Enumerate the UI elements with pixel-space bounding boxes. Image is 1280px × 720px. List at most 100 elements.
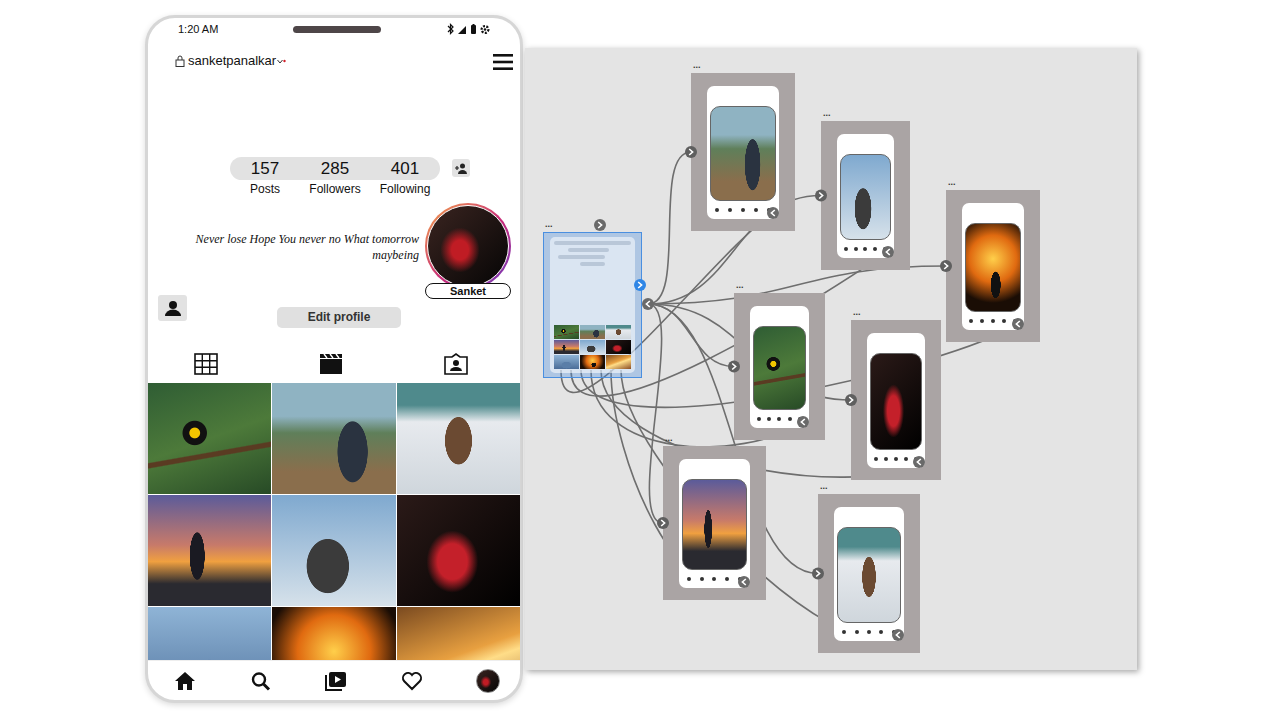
notch [293, 26, 381, 33]
mini-nav-dot [874, 457, 878, 461]
stat-count[interactable]: 157 [230, 157, 300, 180]
person-icon [164, 300, 182, 316]
mini-nav-dot [855, 630, 859, 634]
search-icon[interactable] [250, 671, 272, 691]
post-photo[interactable] [397, 495, 520, 606]
dropdown-chevron-icon[interactable] [276, 56, 286, 66]
artboard-frame[interactable] [691, 73, 795, 231]
mini-photo [554, 340, 579, 354]
artboard-frame[interactable] [663, 446, 766, 600]
reels-icon[interactable] [319, 353, 343, 375]
mini-nav-dot [725, 577, 729, 581]
artboard-frame[interactable] [821, 121, 910, 270]
display-name: Sanket [425, 283, 511, 299]
mini-screen [962, 203, 1024, 330]
mini-screen [750, 306, 809, 428]
stat-count[interactable]: 401 [370, 157, 440, 180]
mini-nav-dot [894, 457, 898, 461]
post-photo[interactable] [148, 383, 271, 494]
mini-nav [679, 570, 750, 588]
stats-pill: 157285401 [230, 157, 440, 180]
mini-bar [554, 241, 631, 245]
mini-photo [580, 340, 605, 354]
mini-profile-screen [550, 237, 635, 373]
mini-photo [580, 325, 605, 339]
reels-nav-icon[interactable] [325, 671, 347, 691]
frame-photo [870, 353, 922, 450]
mini-nav [837, 240, 894, 258]
mini-nav-dot [1013, 319, 1017, 323]
phone-mockup: 1:20 AM sanketpanalkar [145, 15, 523, 703]
mini-nav-dot [867, 630, 871, 634]
mini-nav [834, 623, 904, 641]
artboard-frame[interactable] [543, 232, 642, 378]
post-photo[interactable] [148, 495, 271, 606]
mini-bar [568, 248, 609, 252]
mini-screen [679, 459, 750, 588]
frame-label: ... [693, 60, 701, 70]
mini-nav-dot [854, 247, 858, 251]
source-connector [642, 298, 654, 310]
artboard-frame[interactable] [818, 494, 920, 653]
frame-photo [840, 154, 891, 240]
mini-nav-dot [700, 577, 704, 581]
bio-row: Never lose Hope You never no What tomorr… [148, 203, 520, 299]
edit-profile-button[interactable]: Edit profile [277, 307, 401, 328]
mini-screen [837, 134, 894, 258]
mini-photo [606, 340, 631, 354]
mini-photo [554, 355, 579, 369]
mini-nav-dot [741, 208, 745, 212]
artboard-frame[interactable] [946, 190, 1040, 342]
prototype-canvas[interactable]: ........................ [525, 48, 1137, 670]
mini-nav-dot [1002, 319, 1006, 323]
stat-label[interactable]: Followers [300, 180, 370, 198]
mini-bar [558, 255, 605, 259]
stat-count[interactable]: 285 [300, 157, 370, 180]
frame-label: ... [948, 177, 956, 187]
mini-nav-dot [712, 577, 716, 581]
mini-screen [834, 507, 904, 641]
frame-label: ... [853, 307, 861, 317]
artboard-frame[interactable] [734, 293, 825, 440]
status-bar: 1:20 AM [148, 18, 520, 40]
mini-nav-dot [728, 208, 732, 212]
source-connector-chevron [646, 301, 649, 307]
stat-label[interactable]: Posts [230, 180, 300, 198]
mini-nav-dot [884, 457, 888, 461]
mini-nav-dot [715, 208, 719, 212]
mini-nav-dot [892, 630, 896, 634]
bottom-nav [148, 660, 520, 700]
post-photo[interactable] [272, 495, 395, 606]
contacts-button[interactable] [158, 295, 187, 321]
username[interactable]: sanketpanalkar [188, 51, 276, 71]
tagged-icon[interactable] [444, 353, 468, 375]
stat-label[interactable]: Following [370, 180, 440, 198]
artboard-frame[interactable] [851, 320, 941, 480]
menu-icon[interactable] [493, 53, 513, 71]
post-photo[interactable] [397, 607, 520, 660]
add-person-button[interactable] [452, 159, 470, 177]
frame-label: ... [823, 108, 831, 118]
grid-icon[interactable] [194, 353, 218, 375]
mini-nav-dot [991, 319, 995, 323]
post-photo[interactable] [272, 607, 395, 660]
heart-icon[interactable] [401, 671, 423, 691]
prototype-link [648, 152, 691, 304]
profile-avatar[interactable] [425, 203, 511, 289]
profile-tabs [148, 352, 520, 376]
stats-row: 157285401 PostsFollowersFollowing [148, 157, 520, 198]
post-photo[interactable] [272, 383, 395, 494]
profile-nav-avatar[interactable] [476, 669, 500, 693]
frame-collapse-connector [594, 219, 606, 231]
mini-nav-dot [844, 247, 848, 251]
mini-grid [554, 325, 631, 369]
mini-nav-dot [788, 417, 792, 421]
post-photo[interactable] [397, 383, 520, 494]
mini-screen [707, 86, 779, 219]
mini-nav-dot [980, 319, 984, 323]
mini-photo [606, 355, 631, 369]
post-photo[interactable] [148, 607, 271, 660]
mini-nav-dot [883, 247, 887, 251]
frame-label: ... [820, 481, 828, 491]
home-icon[interactable] [174, 671, 196, 691]
